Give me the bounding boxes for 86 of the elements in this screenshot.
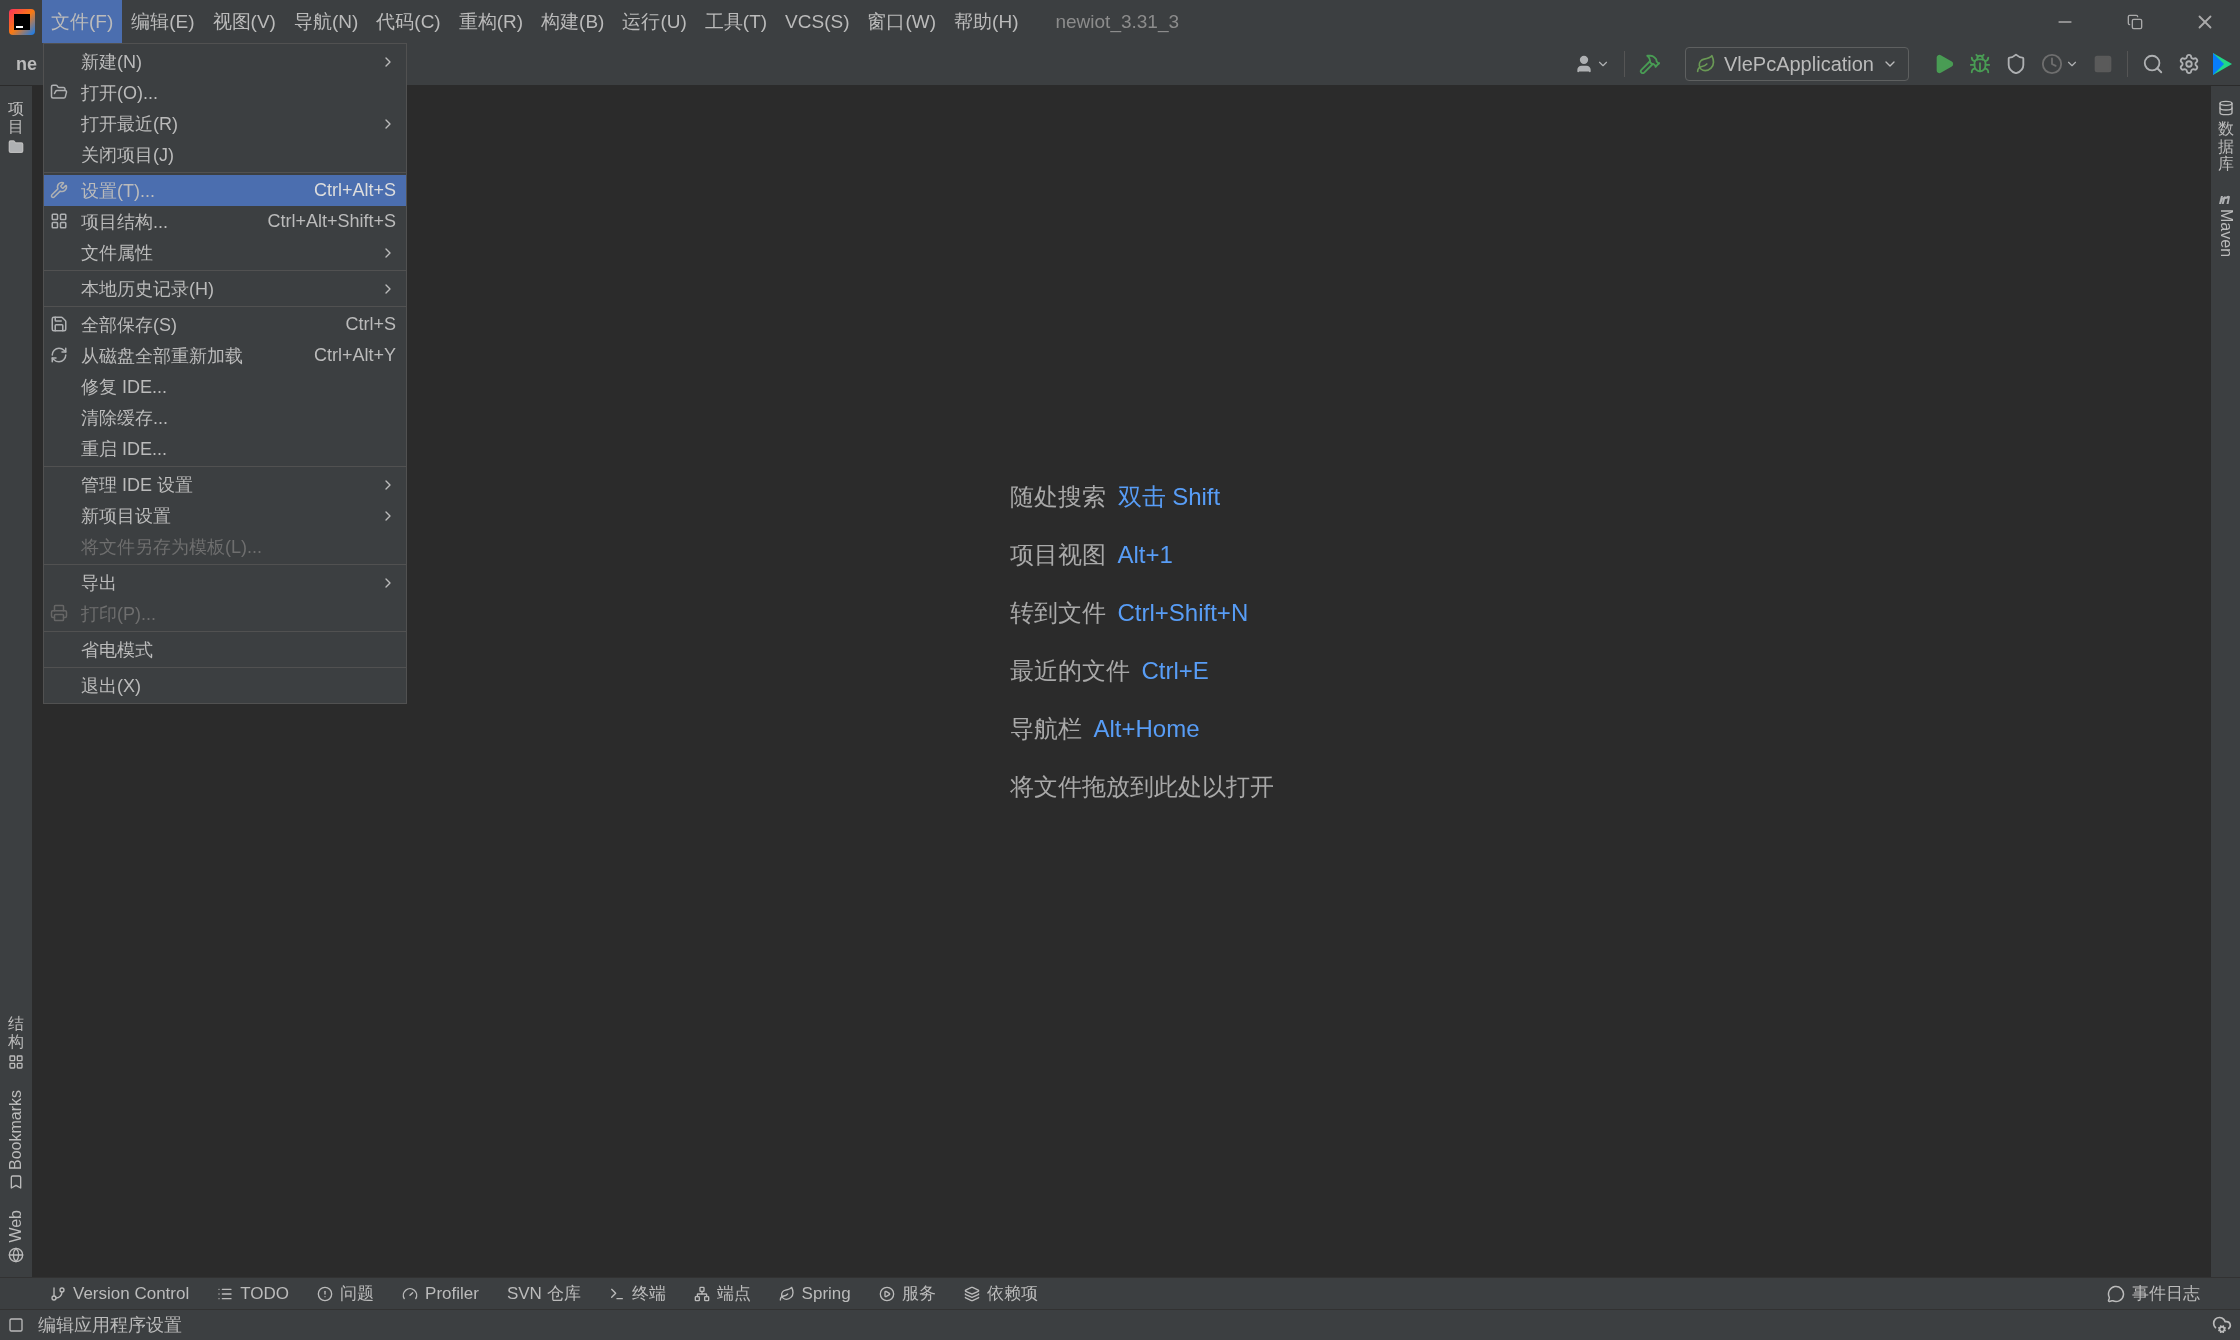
- tool-window-button[interactable]: SVN 仓库: [506, 1282, 581, 1305]
- app-logo-icon: [8, 7, 36, 36]
- tool-window-tab[interactable]: 数据库: [2217, 120, 2234, 173]
- menu-item[interactable]: 关闭项目(J): [44, 139, 406, 170]
- structure-icon[interactable]: [8, 1054, 24, 1071]
- menu-item[interactable]: 代码(C): [367, 0, 450, 43]
- settings-icon[interactable]: [2178, 53, 2200, 75]
- menu-item[interactable]: 全部保存(S) Ctrl+S: [44, 309, 406, 340]
- menu-item[interactable]: 窗口(W): [858, 0, 946, 43]
- tool-window-tab[interactable]: 项目: [8, 100, 24, 136]
- tool-window-button[interactable]: 事件日志: [2107, 1282, 2200, 1305]
- menu-item[interactable]: 修复 IDE...: [44, 371, 406, 402]
- menu-item[interactable]: 编辑(E): [122, 0, 204, 43]
- menu-item[interactable]: 本地历史记录(H): [44, 273, 406, 304]
- plugin-logo-icon[interactable]: [2210, 51, 2234, 77]
- menu-item[interactable]: 项目结构... Ctrl+Alt+Shift+S: [44, 206, 406, 237]
- menu-item[interactable]: 视图(V): [203, 0, 285, 43]
- coverage-icon[interactable]: [2005, 53, 2027, 75]
- welcome-hint: 项目视图 Alt+1: [1009, 539, 1174, 570]
- tool-window-tab[interactable]: Maven: [2216, 208, 2235, 257]
- menu-item[interactable]: 导航(N): [284, 0, 368, 43]
- breadcrumb[interactable]: ne: [16, 53, 37, 75]
- welcome-hint: 转到文件 Ctrl+Shift+N: [1009, 597, 1250, 628]
- menu-item[interactable]: 工具(T): [695, 0, 777, 43]
- tool-window-button[interactable]: Version Control: [50, 1283, 190, 1304]
- tool-window-button[interactable]: 端点: [693, 1282, 751, 1305]
- menu-item[interactable]: 管理 IDE 设置: [44, 469, 406, 500]
- welcome-hint: 最近的文件 Ctrl+E: [1009, 655, 1210, 686]
- tool-window-button[interactable]: 问题: [317, 1282, 375, 1305]
- menu-item[interactable]: 清除缓存...: [44, 402, 406, 433]
- folder-icon: [50, 83, 68, 101]
- structure-icon: [50, 212, 68, 230]
- nodes-icon: [693, 1285, 710, 1302]
- cloud-icon[interactable]: [2212, 1315, 2232, 1335]
- tool-window-tab[interactable]: 结构: [8, 1015, 24, 1051]
- status-message: 编辑应用程序设置: [38, 1314, 182, 1337]
- menu-item[interactable]: 打开(O)...: [44, 77, 406, 108]
- menu-item[interactable]: VCS(S): [776, 0, 859, 43]
- menu-item[interactable]: 打开最近(R): [44, 108, 406, 139]
- restore-icon[interactable]: [2127, 13, 2143, 30]
- menu-item[interactable]: 导出: [44, 567, 406, 598]
- leaf-icon: [1695, 54, 1716, 74]
- menu-item[interactable]: 省电模式: [44, 634, 406, 665]
- tool-window-button[interactable]: TODO: [217, 1283, 290, 1304]
- save-icon: [50, 315, 68, 333]
- menu-item[interactable]: 帮助(H): [945, 0, 1028, 43]
- speech-bubble-icon: [2107, 1284, 2125, 1303]
- search-icon[interactable]: [2142, 53, 2164, 75]
- database-icon[interactable]: [2217, 100, 2234, 116]
- menu-item[interactable]: 新建(N): [44, 46, 406, 77]
- menu-item[interactable]: 从磁盘全部重新加载 Ctrl+Alt+Y: [44, 340, 406, 371]
- menu-item[interactable]: 文件属性: [44, 237, 406, 268]
- menu-item[interactable]: 设置(T)... Ctrl+Alt+S: [44, 175, 406, 206]
- wrench-icon: [50, 181, 68, 199]
- bookmark-icon[interactable]: [8, 1174, 24, 1191]
- menu-item[interactable]: 退出(X): [44, 670, 406, 701]
- alert-icon: [317, 1285, 334, 1302]
- folder-icon[interactable]: [8, 139, 24, 156]
- branch-icon: [50, 1285, 66, 1302]
- hammer-icon[interactable]: [1638, 53, 1661, 75]
- menu-item[interactable]: 运行(U): [613, 0, 696, 43]
- layers-icon: [963, 1285, 980, 1302]
- welcome-hint: 随处搜索 双击 Shift: [1009, 481, 1222, 512]
- gauge-icon: [402, 1285, 419, 1302]
- window-title: newiot_3.31_3: [1055, 10, 1180, 33]
- tool-window-button[interactable]: 依赖项: [963, 1282, 1038, 1305]
- play-circle-icon: [878, 1285, 895, 1302]
- leaf-icon: [778, 1285, 795, 1302]
- globe-icon[interactable]: [8, 1247, 24, 1263]
- refresh-icon: [50, 346, 68, 364]
- tool-window-button[interactable]: Spring: [778, 1283, 851, 1304]
- tool-window-button[interactable]: Profiler: [402, 1283, 479, 1304]
- welcome-hint: 将文件拖放到此处以打开: [1009, 771, 1274, 802]
- printer-icon: [50, 604, 68, 622]
- tool-window-button[interactable]: 终端: [608, 1282, 666, 1305]
- tool-window-tab[interactable]: Bookmarks: [7, 1090, 25, 1171]
- panel-toggle-icon[interactable]: [8, 1317, 24, 1333]
- debug-icon[interactable]: [1969, 53, 1991, 75]
- welcome-hint: 导航栏 Alt+Home: [1009, 713, 1201, 744]
- menu-item[interactable]: 构建(B): [532, 0, 614, 43]
- run-configuration-dropdown[interactable]: VlePcApplication: [1684, 47, 1909, 81]
- menu-item[interactable]: 重构(R): [449, 0, 533, 43]
- tool-window-button[interactable]: 服务: [878, 1282, 936, 1305]
- menu-item[interactable]: 重启 IDE...: [44, 433, 406, 464]
- menu-item[interactable]: 新项目设置: [44, 500, 406, 531]
- tool-window-tab[interactable]: Web: [7, 1210, 25, 1243]
